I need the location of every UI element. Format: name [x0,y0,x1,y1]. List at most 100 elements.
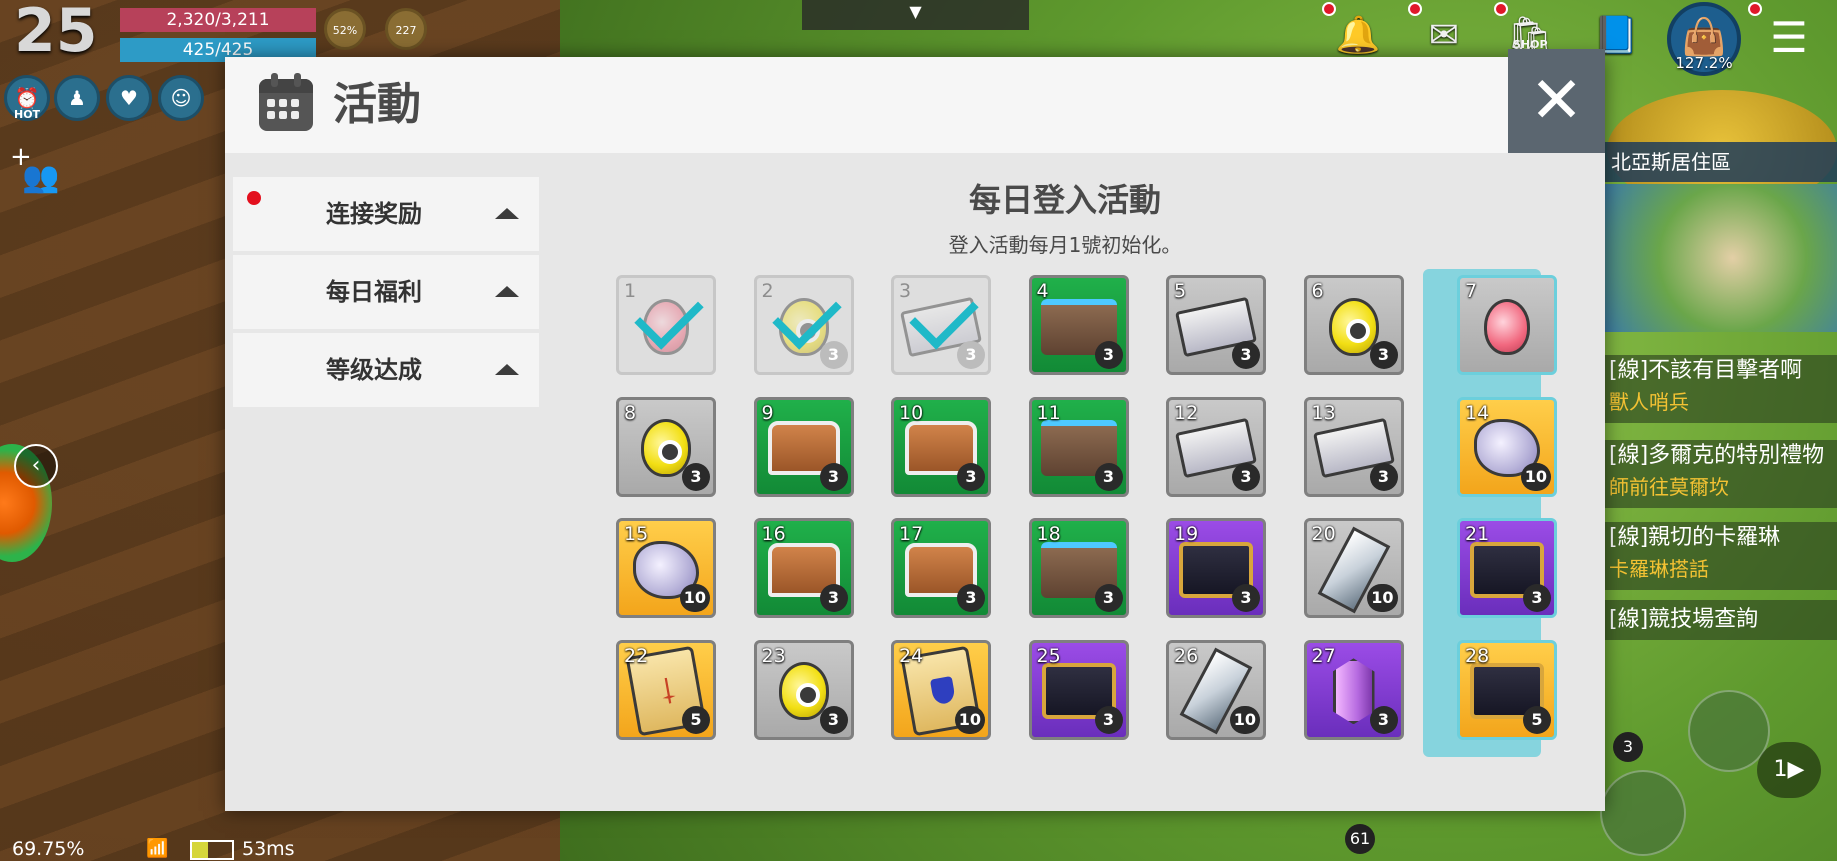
reward-day-25[interactable]: 25 3 [1028,639,1129,740]
buff-ring-right[interactable]: 227 [385,8,427,50]
quantity-badge: 5 [1523,705,1551,734]
menu-item-daily-benefit[interactable]: 每日福利 [233,255,539,329]
calendar-icon [259,73,313,131]
signal-icon: 📶 [146,838,169,859]
battery-percent: 69.75% [12,838,85,860]
reward-day-4[interactable]: 43 [1028,275,1129,375]
quantity-badge: 3 [1094,705,1123,734]
notification-dot [1748,2,1762,16]
collapse-left-icon[interactable]: ‹ [14,444,58,488]
dialog-title: 活動 [333,79,421,130]
quest-item[interactable]: [線]不該有目擊者啊 獸人哨兵 [1605,355,1837,423]
menu-item-label: 每日福利 [326,278,422,306]
hot-badge: HOT [14,108,41,121]
close-button[interactable]: ✕ [1508,49,1605,153]
heart-icon[interactable]: ♥ [106,75,152,121]
character-icon[interactable]: ♟ [54,75,100,121]
event-dialog: 活動 ✕ 连接奖励 每日福利 等级达成 每日登入活動 登入活動每月1號初始化。 … [225,49,1605,811]
quantity-badge: 3 [1094,462,1123,491]
day-number: 25 [1036,644,1061,667]
skill-page-next-button[interactable]: 1▶ [1757,742,1821,798]
quest-item[interactable]: [線]親切的卡羅琳 卡羅琳搭話 [1605,522,1837,590]
reward-day-28[interactable]: 28 5 [1457,639,1557,740]
reward-day-20[interactable]: 20 10 [1303,518,1404,618]
quest-title: [線]不該有目擊者啊 [1609,358,1803,383]
reward-day-7[interactable]: 7 [1457,275,1557,375]
day-number: 10 [899,401,924,424]
reward-day-21[interactable]: 21 3 [1457,518,1557,618]
party-icon[interactable]: 👥 [22,160,62,200]
bell-icon[interactable]: 🔔 [1330,8,1386,64]
reward-day-3[interactable]: 33 [891,275,991,375]
day-number: 18 [1036,523,1061,545]
quantity-badge: 3 [1369,341,1398,369]
mail-icon[interactable]: ✉ [1416,8,1472,64]
day-number: 2 [761,280,774,302]
quantity-badge: 10 [1367,584,1398,612]
day-number: 6 [1311,280,1324,302]
reward-day-15[interactable]: 15 10 [616,518,716,618]
reward-day-18[interactable]: 18 3 [1028,518,1129,618]
collapse-arrow-icon [495,364,519,375]
quantity-badge: 3 [1232,584,1260,612]
reward-day-9[interactable]: 93 [753,396,854,497]
quest-item[interactable]: [線]競技場查詢 [1605,600,1837,640]
day-number: 26 [1174,644,1199,667]
menu-item-login-reward[interactable]: 连接奖励 [233,177,539,251]
reward-day-14[interactable]: 14 10 [1457,396,1557,497]
quantity-badge: 3 [1369,462,1398,491]
quantity-badge: 3 [1094,584,1123,612]
reward-day-23[interactable]: 23 3 [753,639,854,740]
reward-day-1[interactable]: 1 [616,275,716,375]
event-subtitle: 登入活動每月1號初始化。 [948,233,1182,257]
menu-item-label: 等级达成 [326,356,422,384]
reward-day-26[interactable]: 26 10 [1166,639,1266,740]
reward-grid: 1 2 3 3 3 4 3 5 3 6 3 7 8 3 9 3 10 3 11 3 12 3 13 3 14 10 15 10 16 3 1… [616,269,1576,804]
menu-item-label: 连接奖励 [326,200,422,228]
quest-item[interactable]: [線]多爾克的特別禮物 師前往莫爾坎 [1605,440,1837,508]
reward-day-17[interactable]: 17 3 [891,518,991,618]
dialog-header: 活動 [225,57,1508,153]
buff-ring-left-value: 52% [332,24,358,37]
day-number: 9 [761,401,774,424]
buff-ring-left[interactable]: 52% [324,8,366,50]
reward-day-13[interactable]: 13 3 [1303,396,1404,497]
quantity-badge: 3 [957,584,985,612]
reward-day-8[interactable]: 83 [616,396,716,497]
quantity-badge: 10 [1520,462,1551,491]
quantity-badge: 10 [954,705,985,734]
quantity-badge: 3 [957,462,985,491]
quantity-badge: 3 [1232,462,1260,491]
reward-day-5[interactable]: 53 [1166,275,1266,375]
day-number: 11 [1036,401,1061,424]
reward-day-24[interactable]: 24 10 [891,639,991,740]
day-number: 28 [1465,644,1490,667]
player-level: 25 [14,0,98,66]
skill-button[interactable] [1600,770,1686,856]
quantity-badge: 10 [679,584,710,612]
minimap[interactable] [1605,184,1837,332]
quantity-badge: 3 [819,462,848,491]
reward-day-16[interactable]: 16 3 [753,518,854,618]
reward-day-19[interactable]: 19 3 [1166,518,1266,618]
reward-day-27[interactable]: 27 3 [1303,639,1404,740]
reward-day-12[interactable]: 12 3 [1166,396,1266,497]
reward-day-6[interactable]: 63 [1303,275,1404,375]
ping: 53ms [242,838,295,860]
minimap-location: 北亞斯居住區 [1605,142,1837,182]
quantity-badge: 3 [1094,341,1123,369]
quest-sub: 師前往莫爾坎 [1609,475,1729,499]
reward-day-10[interactable]: 10 3 [891,396,991,497]
pull-down-handle[interactable]: ▼ [802,0,1029,30]
quantity-badge: 3 [819,584,848,612]
notification-dot [247,191,261,205]
person-icon[interactable]: ☺ [158,75,204,121]
menu-item-level-achievement[interactable]: 等级达成 [233,333,539,407]
main-menu-icon[interactable]: ☰ [1765,14,1813,62]
quest-sub: 卡羅琳搭話 [1609,557,1709,581]
quest-title: [線]多爾克的特別禮物 [1609,443,1825,468]
reward-day-22[interactable]: 22 5 [616,639,716,740]
reward-day-2[interactable]: 23 [753,275,854,375]
reward-day-11[interactable]: 11 3 [1028,396,1129,497]
day-number: 7 [1465,280,1478,302]
